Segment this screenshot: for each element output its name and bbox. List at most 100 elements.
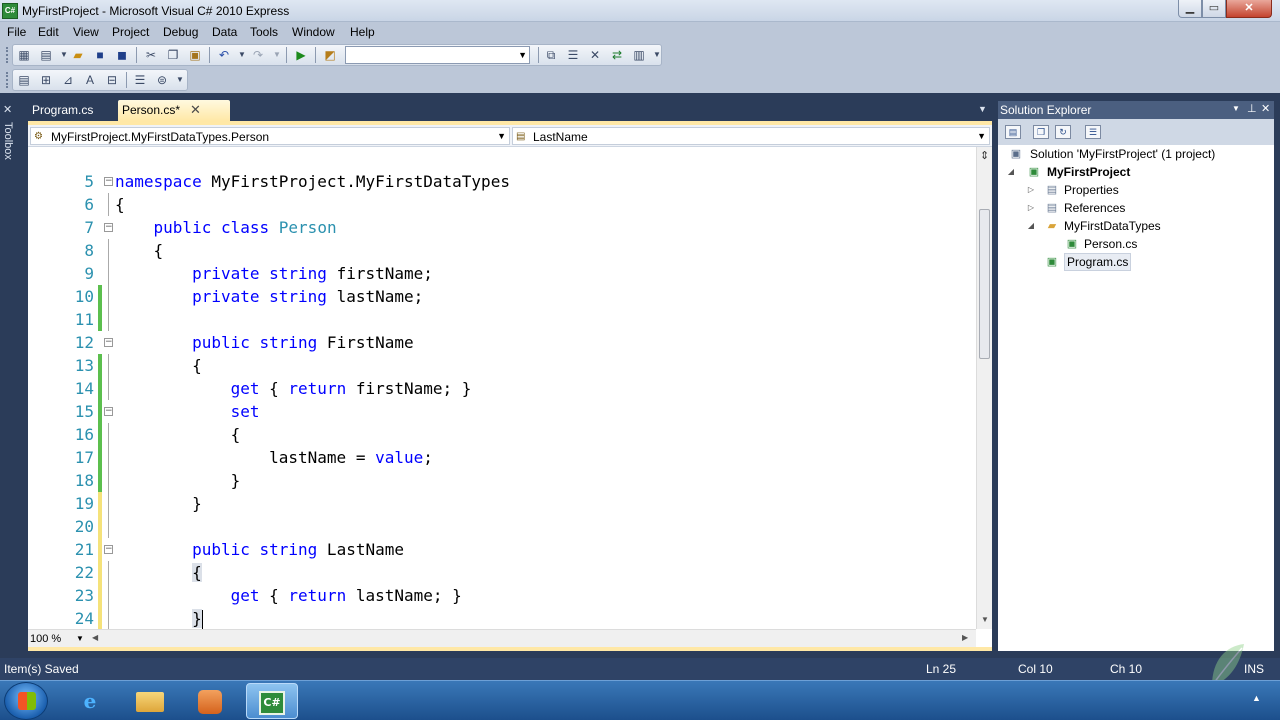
- menu-help[interactable]: Help: [350, 25, 375, 39]
- object-browser-icon[interactable]: ⇄: [609, 48, 625, 62]
- show-all-files-icon[interactable]: ❐: [1033, 125, 1049, 139]
- outlining-icon[interactable]: ⊟: [104, 73, 120, 87]
- cut-icon[interactable]: ✂: [143, 48, 159, 62]
- visual-csharp-button[interactable]: C#: [246, 683, 298, 719]
- scroll-left-icon[interactable]: ◀: [92, 633, 98, 642]
- close-window-button[interactable]: ✕: [1226, 0, 1272, 18]
- close-tab-icon[interactable]: ✕: [190, 100, 201, 120]
- menu-tools[interactable]: Tools: [250, 25, 278, 39]
- media-player-button[interactable]: [184, 683, 236, 719]
- internet-explorer-button[interactable]: e: [64, 683, 116, 719]
- save-icon[interactable]: ■: [92, 48, 108, 62]
- undo-icon[interactable]: ↶: [216, 48, 232, 62]
- pin-icon[interactable]: ⊥: [1247, 102, 1257, 115]
- chevron-down-icon[interactable]: ▼: [518, 47, 527, 63]
- menu-data[interactable]: Data: [212, 25, 237, 39]
- collapse-icon[interactable]: −: [104, 338, 113, 347]
- code-editor[interactable]: 5 6 − namespace MyFirstProject.MyFirstDa…: [28, 147, 976, 629]
- chevron-down-icon[interactable]: ▼: [977, 128, 986, 144]
- add-item-icon[interactable]: ▤: [38, 48, 54, 62]
- parameter-info-icon[interactable]: ⊞: [38, 73, 54, 87]
- scroll-down-icon[interactable]: ▼: [981, 615, 989, 624]
- collapse-icon[interactable]: −: [104, 407, 113, 416]
- chevron-down-icon[interactable]: ▼: [978, 104, 987, 114]
- file-explorer-button[interactable]: [124, 683, 176, 719]
- redo-icon[interactable]: ↷: [250, 48, 266, 62]
- toolbar-separator: [286, 47, 287, 63]
- solution-explorer-icon[interactable]: ⧉: [543, 48, 559, 62]
- menu-window[interactable]: Window: [292, 25, 335, 39]
- chevron-down-icon[interactable]: ▼: [172, 73, 188, 87]
- paste-icon[interactable]: ▣: [187, 48, 203, 62]
- collapsed-icon[interactable]: ▷: [1026, 181, 1036, 199]
- zoom-combo[interactable]: 100 % ▼: [30, 632, 86, 646]
- decrease-indent-icon[interactable]: ☰: [132, 73, 148, 87]
- menu-debug[interactable]: Debug: [163, 25, 198, 39]
- find-in-files-icon[interactable]: ◩: [322, 48, 338, 62]
- outline-guide: [108, 308, 109, 331]
- change-marker: [98, 285, 102, 308]
- tree-item-program-cs[interactable]: ▣ Program.cs: [1026, 253, 1266, 271]
- properties-icon[interactable]: ☰: [565, 48, 581, 62]
- chevron-down-icon[interactable]: ▼: [76, 632, 84, 646]
- toolbar-grip[interactable]: [6, 47, 10, 63]
- toolbox-icon[interactable]: ▥: [631, 48, 647, 62]
- chevron-down-icon[interactable]: ▼: [1232, 104, 1240, 113]
- maximize-button[interactable]: ▭: [1202, 0, 1226, 18]
- collapsed-icon[interactable]: ▷: [1026, 199, 1036, 217]
- horizontal-scrollbar[interactable]: 100 % ▼ ◀ ▶: [28, 629, 976, 647]
- chevron-down-icon[interactable]: ▼: [234, 48, 250, 62]
- quick-info-icon[interactable]: ⊿: [60, 73, 76, 87]
- chevron-down-icon[interactable]: ▼: [649, 48, 665, 62]
- tree-item-solution[interactable]: ▣ Solution 'MyFirstProject' (1 project): [1006, 145, 1266, 163]
- tree-item-properties[interactable]: ▷ ▤ Properties: [1026, 181, 1266, 199]
- close-icon[interactable]: ✕: [1261, 102, 1270, 115]
- menu-edit[interactable]: Edit: [38, 25, 59, 39]
- splitter-icon[interactable]: ⇕: [980, 149, 989, 162]
- tools-icon[interactable]: ✕: [587, 48, 603, 62]
- comment-out-icon[interactable]: ⊜: [154, 73, 170, 87]
- show-hidden-icons-icon[interactable]: ▲: [1252, 693, 1261, 703]
- new-project-icon[interactable]: ▦: [16, 48, 32, 62]
- vertical-scrollbar[interactable]: ⇕ ▼: [976, 147, 992, 629]
- menu-file[interactable]: File: [7, 25, 26, 39]
- menu-project[interactable]: Project: [112, 25, 149, 39]
- save-all-icon[interactable]: ◼: [114, 48, 130, 62]
- collapse-icon[interactable]: −: [104, 545, 113, 554]
- outline-guide: [108, 607, 109, 629]
- status-message: Item(s) Saved: [4, 662, 79, 676]
- toolbox-side-tab[interactable]: ✕ Toolbox: [0, 100, 18, 170]
- outline-guide: [108, 285, 109, 308]
- find-combo[interactable]: ▼: [345, 46, 530, 64]
- expanded-icon[interactable]: ◢: [1026, 217, 1036, 235]
- scroll-right-icon[interactable]: ▶: [962, 633, 968, 642]
- tab-person-cs[interactable]: Person.cs* ✕: [118, 100, 230, 121]
- tree-item-person-cs[interactable]: ▣ Person.cs: [1046, 235, 1266, 253]
- tree-item-project[interactable]: ◢ ▣ MyFirstProject: [1006, 163, 1266, 181]
- chevron-down-icon[interactable]: ▼: [497, 128, 506, 144]
- scrollbar-thumb[interactable]: [979, 209, 990, 359]
- expanded-icon[interactable]: ◢: [1006, 163, 1016, 181]
- view-code-icon[interactable]: ☰: [1085, 125, 1101, 139]
- properties-icon[interactable]: ▤: [1005, 125, 1021, 139]
- tab-program-cs[interactable]: Program.cs: [28, 100, 116, 121]
- members-combo[interactable]: ▤ LastName ▼: [512, 127, 990, 145]
- start-debugging-icon[interactable]: ▶: [293, 48, 309, 62]
- types-combo[interactable]: ⚙ MyFirstProject.MyFirstDataTypes.Person…: [30, 127, 510, 145]
- code-text: get { return lastName; }: [230, 586, 462, 605]
- collapse-icon[interactable]: −: [104, 177, 113, 186]
- collapse-icon[interactable]: −: [104, 223, 113, 232]
- minimize-button[interactable]: ▁: [1178, 0, 1202, 18]
- start-button[interactable]: [4, 682, 48, 720]
- menu-view[interactable]: View: [73, 25, 99, 39]
- change-marker: [98, 377, 102, 400]
- list-members-icon[interactable]: ▤: [16, 73, 32, 87]
- copy-icon[interactable]: ❐: [165, 48, 181, 62]
- tree-item-folder[interactable]: ◢ ▰ MyFirstDataTypes: [1026, 217, 1266, 235]
- tree-item-references[interactable]: ▷ ▤ References: [1026, 199, 1266, 217]
- toolbar-grip[interactable]: [6, 72, 10, 88]
- chevron-down-icon[interactable]: ▼: [269, 48, 285, 62]
- open-file-icon[interactable]: ▰: [70, 48, 86, 62]
- refresh-icon[interactable]: ↻: [1055, 125, 1071, 139]
- complete-word-icon[interactable]: A: [82, 73, 98, 87]
